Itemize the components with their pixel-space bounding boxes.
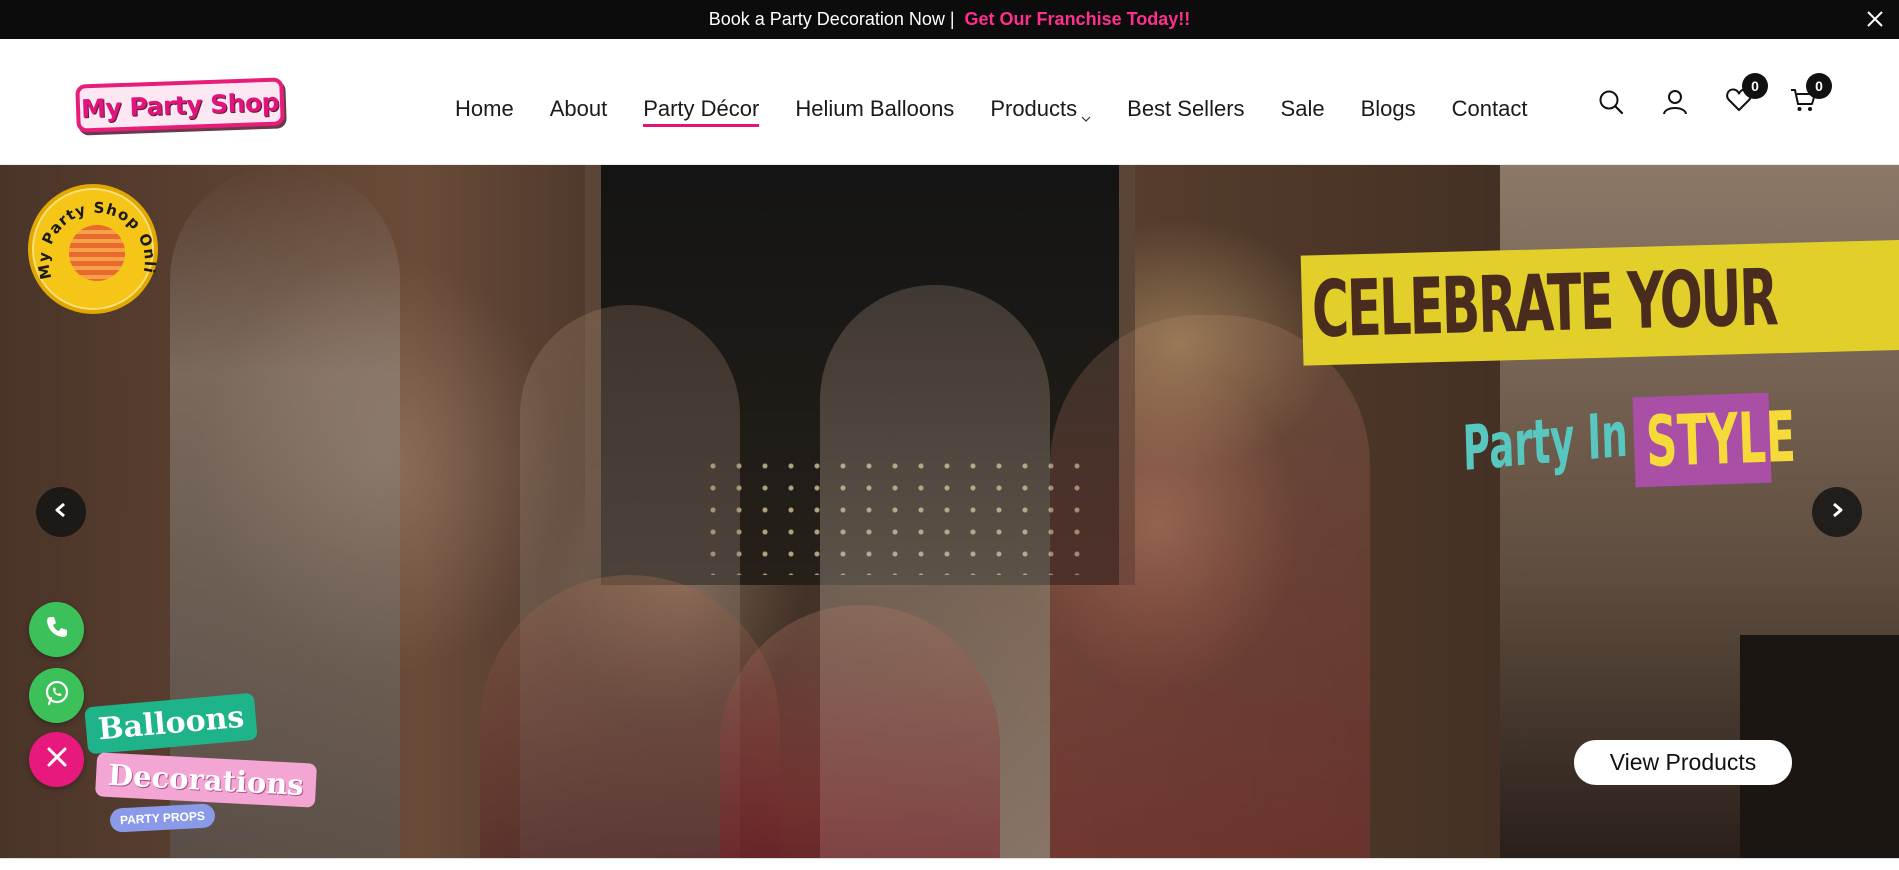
balloons-decorations-sticker: Balloons Decorations PARTY PROPS — [82, 692, 317, 833]
nav-best-sellers[interactable]: Best Sellers — [1109, 87, 1262, 131]
site-header: My Party Shop Home About Party Décor Hel… — [0, 39, 1899, 165]
headline-top-text: CELEBRATE YOUR — [1310, 253, 1778, 356]
nav-helium-balloons[interactable]: Helium Balloons — [777, 87, 972, 131]
nav-label: Products — [990, 96, 1078, 121]
hero-headline: CELEBRATE YOUR Party In STYLE — [1300, 238, 1899, 488]
headline-style-text: STYLE — [1644, 395, 1797, 483]
nav-label: About — [549, 96, 608, 121]
seal-ring-text: My Party Shop Online — [32, 188, 159, 281]
headline-party-text: Party In — [1461, 397, 1629, 485]
svg-text:My Party Shop Online: My Party Shop Online — [32, 188, 159, 281]
cart-button[interactable]: 0 — [1786, 73, 1832, 119]
slider-prev-button[interactable] — [36, 487, 86, 537]
sticker-balloons: Balloons — [84, 692, 259, 755]
chevron-right-icon — [1828, 501, 1846, 524]
franchise-link[interactable]: Get Our Franchise Today!! — [965, 9, 1191, 30]
logo-text: My Party Shop — [80, 87, 280, 123]
main-nav: Home About Party Décor Helium Balloons P… — [437, 87, 1545, 131]
nav-label: Helium Balloons — [795, 96, 955, 121]
nav-label: Best Sellers — [1127, 96, 1245, 121]
headline-banner: CELEBRATE YOUR — [1300, 238, 1899, 366]
close-icon[interactable] — [1861, 5, 1889, 33]
slider-next-button[interactable] — [1812, 487, 1862, 537]
page-bottom-edge — [0, 858, 1899, 870]
nav-contact[interactable]: Contact — [1434, 87, 1546, 131]
announcement-bar: Book a Party Decoration Now | Get Our Fr… — [0, 0, 1899, 39]
nav-sale[interactable]: Sale — [1263, 87, 1343, 131]
wishlist-button[interactable]: 0 — [1722, 73, 1768, 119]
site-logo[interactable]: My Party Shop — [75, 77, 285, 133]
sticker-decorations: Decorations — [94, 752, 317, 808]
nav-about[interactable]: About — [532, 87, 626, 131]
shop-online-seal[interactable]: My Party Shop Online — [28, 184, 158, 314]
chevron-down-icon — [1081, 104, 1091, 122]
header-actions: 0 0 — [1594, 73, 1832, 119]
wishlist-count-badge: 0 — [1742, 73, 1768, 99]
search-icon[interactable] — [1594, 85, 1628, 119]
whatsapp-icon — [42, 678, 72, 713]
party-guest — [1050, 315, 1370, 858]
cart-count-badge: 0 — [1806, 73, 1832, 99]
nav-label: Blogs — [1360, 96, 1416, 121]
nav-label: Party Décor — [643, 96, 760, 121]
close-icon — [46, 746, 68, 773]
close-contact-button[interactable] — [29, 732, 84, 787]
nav-blogs[interactable]: Blogs — [1343, 87, 1434, 131]
nav-home[interactable]: Home — [437, 87, 532, 131]
view-products-button[interactable]: View Products — [1574, 740, 1792, 785]
nav-label: Sale — [1280, 96, 1325, 121]
phone-icon — [44, 614, 70, 645]
nav-party-decor[interactable]: Party Décor — [625, 87, 777, 131]
nav-label: Home — [455, 96, 514, 121]
headline-bottom: Party In STYLE — [1461, 392, 1797, 488]
announcement-text: Book a Party Decoration Now | — [708, 9, 955, 29]
nav-label: Contact — [1451, 96, 1528, 121]
user-icon[interactable] — [1658, 85, 1692, 119]
sticker-party-props: PARTY PROPS — [109, 803, 216, 833]
call-button[interactable] — [29, 602, 84, 657]
nav-products[interactable]: Products — [972, 87, 1109, 131]
whatsapp-button[interactable] — [29, 668, 84, 723]
headline-style-box: STYLE — [1632, 392, 1797, 488]
chevron-left-icon — [52, 501, 70, 524]
